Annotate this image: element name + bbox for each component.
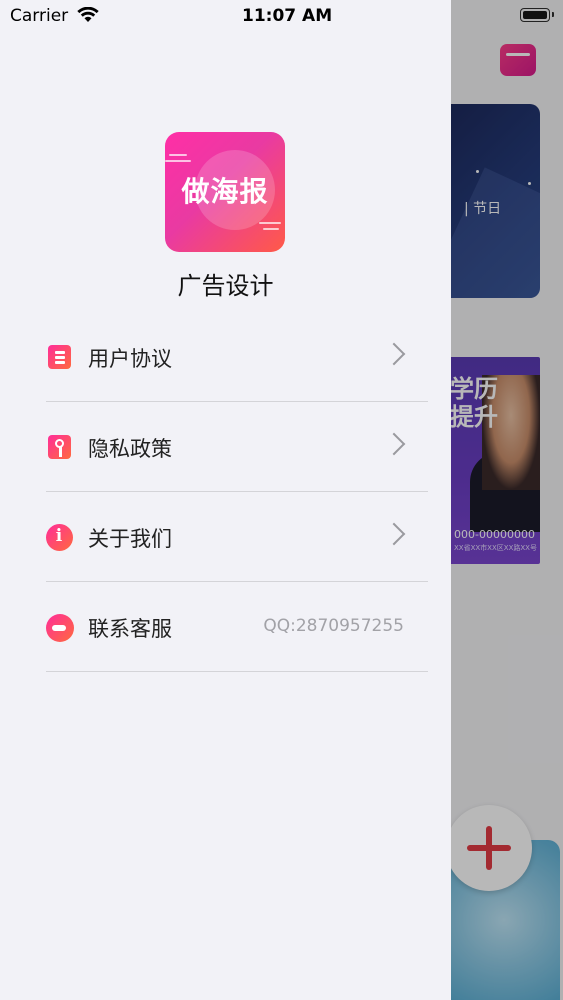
drawer-menu: 用户协议 隐私政策 i 关于我们 联系客服 QQ:2870957255: [46, 312, 428, 672]
wifi-icon: [77, 7, 99, 22]
carrier-label: Carrier: [10, 6, 69, 26]
battery-icon: [520, 8, 554, 22]
chevron-right-icon: [382, 432, 406, 456]
side-drawer: 做海报 广告设计 用户协议 隐私政策 i 关于我们 联系客服 QQ:287095…: [0, 0, 451, 1000]
chevron-right-icon: [382, 342, 406, 366]
info-icon: i: [46, 524, 73, 551]
menu-item-label: 用户协议: [88, 347, 172, 371]
chat-icon: [46, 614, 74, 642]
menu-item-label: 关于我们: [88, 527, 172, 551]
app-name: 广告设计: [177, 272, 274, 300]
status-bar: Carrier 11:07 AM: [0, 0, 563, 32]
menu-item-contact-support[interactable]: 联系客服 QQ:2870957255: [46, 582, 428, 672]
app-logo: 做海报: [165, 132, 285, 252]
status-time: 11:07 AM: [242, 6, 333, 26]
key-icon: [48, 435, 71, 459]
menu-item-privacy-policy[interactable]: 隐私政策: [46, 402, 428, 492]
app-logo-text: 做海报: [181, 175, 269, 208]
menu-item-about-us[interactable]: i 关于我们: [46, 492, 428, 582]
document-icon: [48, 345, 71, 369]
menu-item-label: 联系客服: [88, 617, 172, 641]
chevron-right-icon: [382, 522, 406, 546]
support-qq-number: QQ:2870957255: [263, 616, 404, 636]
menu-item-label: 隐私政策: [88, 437, 172, 461]
menu-item-user-agreement[interactable]: 用户协议: [46, 312, 428, 402]
